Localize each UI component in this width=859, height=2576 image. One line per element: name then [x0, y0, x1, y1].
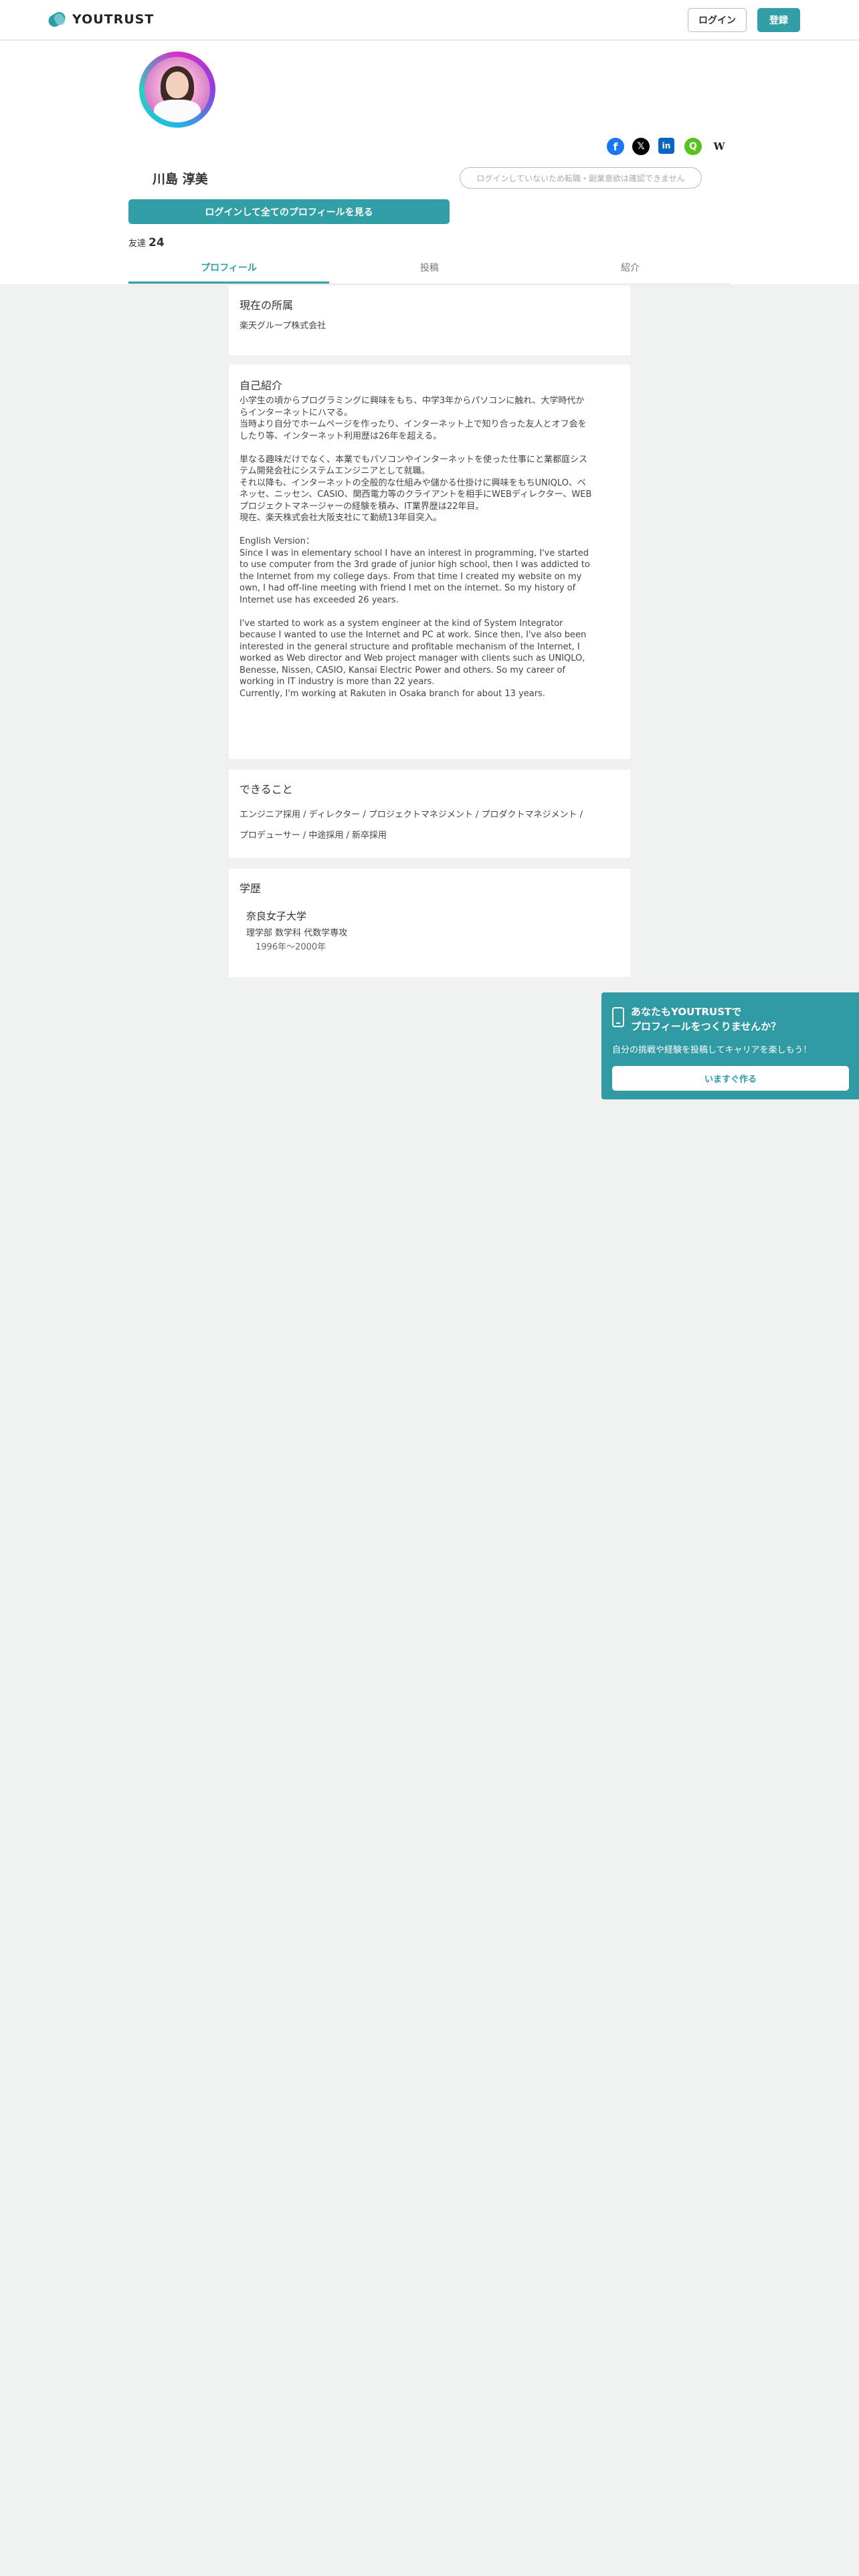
- brand-name: YOUTRUST: [72, 12, 155, 27]
- see-full-profile-button[interactable]: ログインして全てのプロフィールを見る: [128, 199, 450, 224]
- skills-list: エンジニア採用 / ディレクター / プロジェクトマネジメント / プロダクトマ…: [240, 810, 583, 841]
- profile-tabs: プロフィール 投稿 紹介: [128, 255, 731, 284]
- self-intro-heading: 自己紹介: [240, 379, 283, 392]
- linkedin-icon[interactable]: in: [658, 138, 674, 154]
- promo-title: あなたもYOUTRUSTで プロフィールをつくりませんか？: [631, 1006, 781, 1033]
- self-intro-body: 小学生の頃からプログラミングに興味をもち、中学3年からパソコンに触れ、大学時代か…: [240, 396, 592, 699]
- friends-count[interactable]: 友達 24: [128, 236, 165, 249]
- self-intro-card: 自己紹介 小学生の頃からプログラミングに興味をもち、中学3年からパソコンに触れ、…: [229, 364, 630, 759]
- school-name: 奈良女子大学: [246, 910, 307, 922]
- wantedly-icon[interactable]: W: [710, 138, 728, 155]
- avatar-photo: [145, 57, 210, 122]
- create-now-button[interactable]: いますぐ作る: [612, 1066, 849, 1091]
- intent-locked-notice: ログインしていないため転職・副業意欲は確認できません: [460, 167, 702, 189]
- qiita-icon[interactable]: Q: [684, 138, 702, 155]
- current-company-card: 現在の所属 楽天グループ株式会社: [229, 286, 630, 355]
- friends-label: 友達: [128, 239, 147, 249]
- register-button[interactable]: 登録: [757, 8, 800, 32]
- smartphone-icon: [612, 1007, 624, 1027]
- facebook-icon[interactable]: f: [607, 138, 624, 155]
- education-period: 1996年〜2000年: [256, 942, 326, 952]
- current-company-heading: 現在の所属: [240, 299, 294, 312]
- current-company-value: 楽天グループ株式会社: [240, 321, 326, 331]
- youtrust-logo-icon: [47, 11, 67, 28]
- faculty-name: 理学部 数学科 代数学専攻: [246, 928, 348, 938]
- tab-posts[interactable]: 投稿: [329, 255, 530, 284]
- promo-subtitle: 自分の挑戦や経験を投稿してキャリアを楽しもう！: [612, 1045, 812, 1055]
- education-card: 学歴 奈良女子大学 理学部 数学科 代数学専攻 1996年〜2000年: [229, 869, 630, 977]
- signup-promo-banner: あなたもYOUTRUSTで プロフィールをつくりませんか？ 自分の挑戦や経験を投…: [601, 992, 859, 1099]
- login-button[interactable]: ログイン: [688, 8, 747, 32]
- education-heading: 学歴: [240, 882, 262, 895]
- x-icon[interactable]: 𝕏: [632, 138, 650, 155]
- avatar: [139, 51, 215, 128]
- friends-number: 24: [149, 236, 165, 249]
- brand-logo[interactable]: YOUTRUST: [47, 11, 154, 28]
- top-header: YOUTRUST ログイン 登録: [0, 0, 859, 40]
- profile-name: 川島 淳美: [153, 172, 208, 187]
- tab-introductions[interactable]: 紹介: [530, 255, 731, 284]
- skills-card: できること エンジニア採用 / ディレクター / プロジェクトマネジメント / …: [229, 770, 630, 858]
- profile-header: f 𝕏 in Q W 川島 淳美 ログインしていないため転職・副業意欲は確認でき…: [0, 41, 859, 284]
- tab-profile[interactable]: プロフィール: [128, 255, 329, 284]
- skills-heading: できること: [240, 783, 293, 796]
